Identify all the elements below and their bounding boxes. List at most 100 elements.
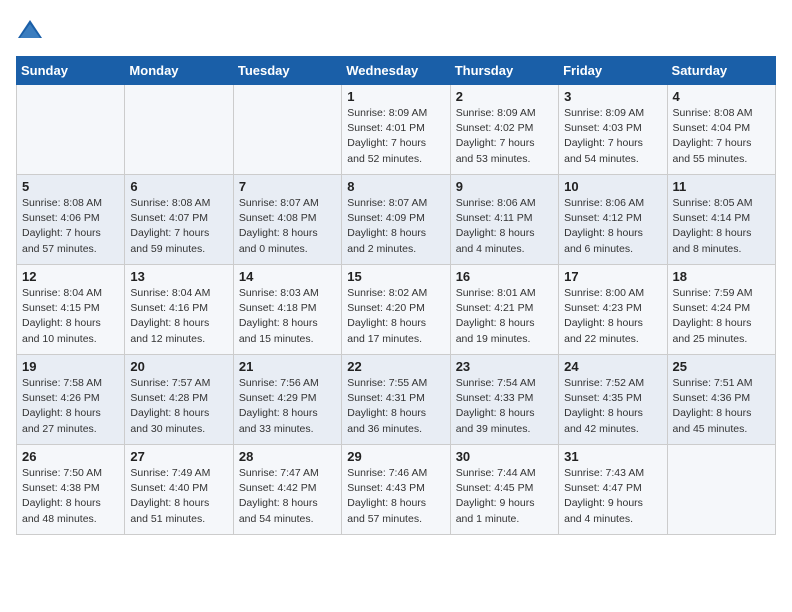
day-info: Sunrise: 8:09 AM Sunset: 4:02 PM Dayligh… [456, 106, 553, 167]
calendar-cell [667, 445, 775, 535]
day-number: 26 [22, 449, 119, 464]
calendar-cell: 20 Sunrise: 7:57 AM Sunset: 4:28 PM Dayli… [125, 355, 233, 445]
calendar-cell [125, 85, 233, 175]
calendar-cell: 26 Sunrise: 7:50 AM Sunset: 4:38 PM Dayli… [17, 445, 125, 535]
day-number: 5 [22, 179, 119, 194]
calendar-cell: 3 Sunrise: 8:09 AM Sunset: 4:03 PM Daylig… [559, 85, 667, 175]
day-number: 30 [456, 449, 553, 464]
day-number: 22 [347, 359, 444, 374]
day-info: Sunrise: 8:00 AM Sunset: 4:23 PM Dayligh… [564, 286, 661, 347]
calendar-cell: 9 Sunrise: 8:06 AM Sunset: 4:11 PM Daylig… [450, 175, 558, 265]
day-info: Sunrise: 8:06 AM Sunset: 4:12 PM Dayligh… [564, 196, 661, 257]
calendar-cell: 28 Sunrise: 7:47 AM Sunset: 4:42 PM Dayli… [233, 445, 341, 535]
day-number: 3 [564, 89, 661, 104]
day-number: 9 [456, 179, 553, 194]
calendar-cell: 10 Sunrise: 8:06 AM Sunset: 4:12 PM Dayli… [559, 175, 667, 265]
calendar-cell: 23 Sunrise: 7:54 AM Sunset: 4:33 PM Dayli… [450, 355, 558, 445]
day-number: 8 [347, 179, 444, 194]
day-info: Sunrise: 8:05 AM Sunset: 4:14 PM Dayligh… [673, 196, 770, 257]
day-number: 12 [22, 269, 119, 284]
calendar-cell: 25 Sunrise: 7:51 AM Sunset: 4:36 PM Dayli… [667, 355, 775, 445]
day-info: Sunrise: 7:44 AM Sunset: 4:45 PM Dayligh… [456, 466, 553, 527]
day-number: 25 [673, 359, 770, 374]
calendar-cell: 22 Sunrise: 7:55 AM Sunset: 4:31 PM Dayli… [342, 355, 450, 445]
calendar-cell: 15Sunrise: 8:02 AM Sunset: 4:20 PM Dayli… [342, 265, 450, 355]
day-info: Sunrise: 7:49 AM Sunset: 4:40 PM Dayligh… [130, 466, 227, 527]
weekday-header-tuesday: Tuesday [233, 57, 341, 85]
day-info: Sunrise: 7:43 AM Sunset: 4:47 PM Dayligh… [564, 466, 661, 527]
day-number: 6 [130, 179, 227, 194]
day-info: Sunrise: 7:50 AM Sunset: 4:38 PM Dayligh… [22, 466, 119, 527]
day-info: Sunrise: 7:57 AM Sunset: 4:28 PM Dayligh… [130, 376, 227, 437]
day-number: 2 [456, 89, 553, 104]
day-info: Sunrise: 8:08 AM Sunset: 4:04 PM Dayligh… [673, 106, 770, 167]
day-number: 17 [564, 269, 661, 284]
day-info: Sunrise: 8:07 AM Sunset: 4:09 PM Dayligh… [347, 196, 444, 257]
day-number: 14 [239, 269, 336, 284]
calendar-cell: 14 Sunrise: 8:03 AM Sunset: 4:18 PM Dayli… [233, 265, 341, 355]
week-row-3: 19Sunrise: 7:58 AM Sunset: 4:26 PM Dayli… [17, 355, 776, 445]
day-info: Sunrise: 8:01 AM Sunset: 4:21 PM Dayligh… [456, 286, 553, 347]
calendar-cell [17, 85, 125, 175]
logo-icon [16, 16, 44, 44]
day-info: Sunrise: 7:55 AM Sunset: 4:31 PM Dayligh… [347, 376, 444, 437]
day-info: Sunrise: 7:54 AM Sunset: 4:33 PM Dayligh… [456, 376, 553, 437]
calendar-cell: 21 Sunrise: 7:56 AM Sunset: 4:29 PM Dayli… [233, 355, 341, 445]
day-info: Sunrise: 8:06 AM Sunset: 4:11 PM Dayligh… [456, 196, 553, 257]
logo [16, 16, 48, 44]
day-number: 4 [673, 89, 770, 104]
day-number: 10 [564, 179, 661, 194]
calendar-cell: 1Sunrise: 8:09 AM Sunset: 4:01 PM Daylig… [342, 85, 450, 175]
calendar-cell: 30 Sunrise: 7:44 AM Sunset: 4:45 PM Dayli… [450, 445, 558, 535]
calendar-cell: 16Sunrise: 8:01 AM Sunset: 4:21 PM Dayli… [450, 265, 558, 355]
weekday-header-friday: Friday [559, 57, 667, 85]
page-header [16, 16, 776, 44]
day-number: 29 [347, 449, 444, 464]
calendar-cell: 11 Sunrise: 8:05 AM Sunset: 4:14 PM Dayli… [667, 175, 775, 265]
day-number: 20 [130, 359, 227, 374]
weekday-header-monday: Monday [125, 57, 233, 85]
day-info: Sunrise: 7:58 AM Sunset: 4:26 PM Dayligh… [22, 376, 119, 437]
day-number: 1 [347, 89, 444, 104]
calendar-cell: 24Sunrise: 7:52 AM Sunset: 4:35 PM Dayli… [559, 355, 667, 445]
day-number: 13 [130, 269, 227, 284]
weekday-header-wednesday: Wednesday [342, 57, 450, 85]
day-number: 15 [347, 269, 444, 284]
calendar-cell [233, 85, 341, 175]
calendar-cell: 13 Sunrise: 8:04 AM Sunset: 4:16 PM Dayli… [125, 265, 233, 355]
day-number: 27 [130, 449, 227, 464]
weekday-header-saturday: Saturday [667, 57, 775, 85]
day-info: Sunrise: 7:46 AM Sunset: 4:43 PM Dayligh… [347, 466, 444, 527]
day-number: 7 [239, 179, 336, 194]
calendar-cell: 17 Sunrise: 8:00 AM Sunset: 4:23 PM Dayli… [559, 265, 667, 355]
weekday-header-thursday: Thursday [450, 57, 558, 85]
week-row-1: 5 Sunrise: 8:08 AM Sunset: 4:06 PM Daylig… [17, 175, 776, 265]
week-row-2: 12 Sunrise: 8:04 AM Sunset: 4:15 PM Dayli… [17, 265, 776, 355]
day-info: Sunrise: 7:47 AM Sunset: 4:42 PM Dayligh… [239, 466, 336, 527]
calendar-cell: 31 Sunrise: 7:43 AM Sunset: 4:47 PM Dayli… [559, 445, 667, 535]
day-number: 21 [239, 359, 336, 374]
day-info: Sunrise: 8:09 AM Sunset: 4:03 PM Dayligh… [564, 106, 661, 167]
day-number: 31 [564, 449, 661, 464]
day-info: Sunrise: 8:04 AM Sunset: 4:15 PM Dayligh… [22, 286, 119, 347]
calendar-cell: 29 Sunrise: 7:46 AM Sunset: 4:43 PM Dayli… [342, 445, 450, 535]
week-row-4: 26 Sunrise: 7:50 AM Sunset: 4:38 PM Dayli… [17, 445, 776, 535]
day-info: Sunrise: 8:04 AM Sunset: 4:16 PM Dayligh… [130, 286, 227, 347]
calendar-cell: 2 Sunrise: 8:09 AM Sunset: 4:02 PM Daylig… [450, 85, 558, 175]
weekday-header-sunday: Sunday [17, 57, 125, 85]
day-info: Sunrise: 7:51 AM Sunset: 4:36 PM Dayligh… [673, 376, 770, 437]
calendar-cell: 4 Sunrise: 8:08 AM Sunset: 4:04 PM Daylig… [667, 85, 775, 175]
day-info: Sunrise: 8:08 AM Sunset: 4:07 PM Dayligh… [130, 196, 227, 257]
day-number: 23 [456, 359, 553, 374]
week-row-0: 1Sunrise: 8:09 AM Sunset: 4:01 PM Daylig… [17, 85, 776, 175]
day-info: Sunrise: 8:03 AM Sunset: 4:18 PM Dayligh… [239, 286, 336, 347]
calendar-cell: 19Sunrise: 7:58 AM Sunset: 4:26 PM Dayli… [17, 355, 125, 445]
day-number: 28 [239, 449, 336, 464]
calendar-cell: 7Sunrise: 8:07 AM Sunset: 4:08 PM Daylig… [233, 175, 341, 265]
day-number: 24 [564, 359, 661, 374]
day-info: Sunrise: 8:08 AM Sunset: 4:06 PM Dayligh… [22, 196, 119, 257]
calendar-cell: 18Sunrise: 7:59 AM Sunset: 4:24 PM Dayli… [667, 265, 775, 355]
day-number: 11 [673, 179, 770, 194]
calendar-cell: 12 Sunrise: 8:04 AM Sunset: 4:15 PM Dayli… [17, 265, 125, 355]
day-info: Sunrise: 7:56 AM Sunset: 4:29 PM Dayligh… [239, 376, 336, 437]
